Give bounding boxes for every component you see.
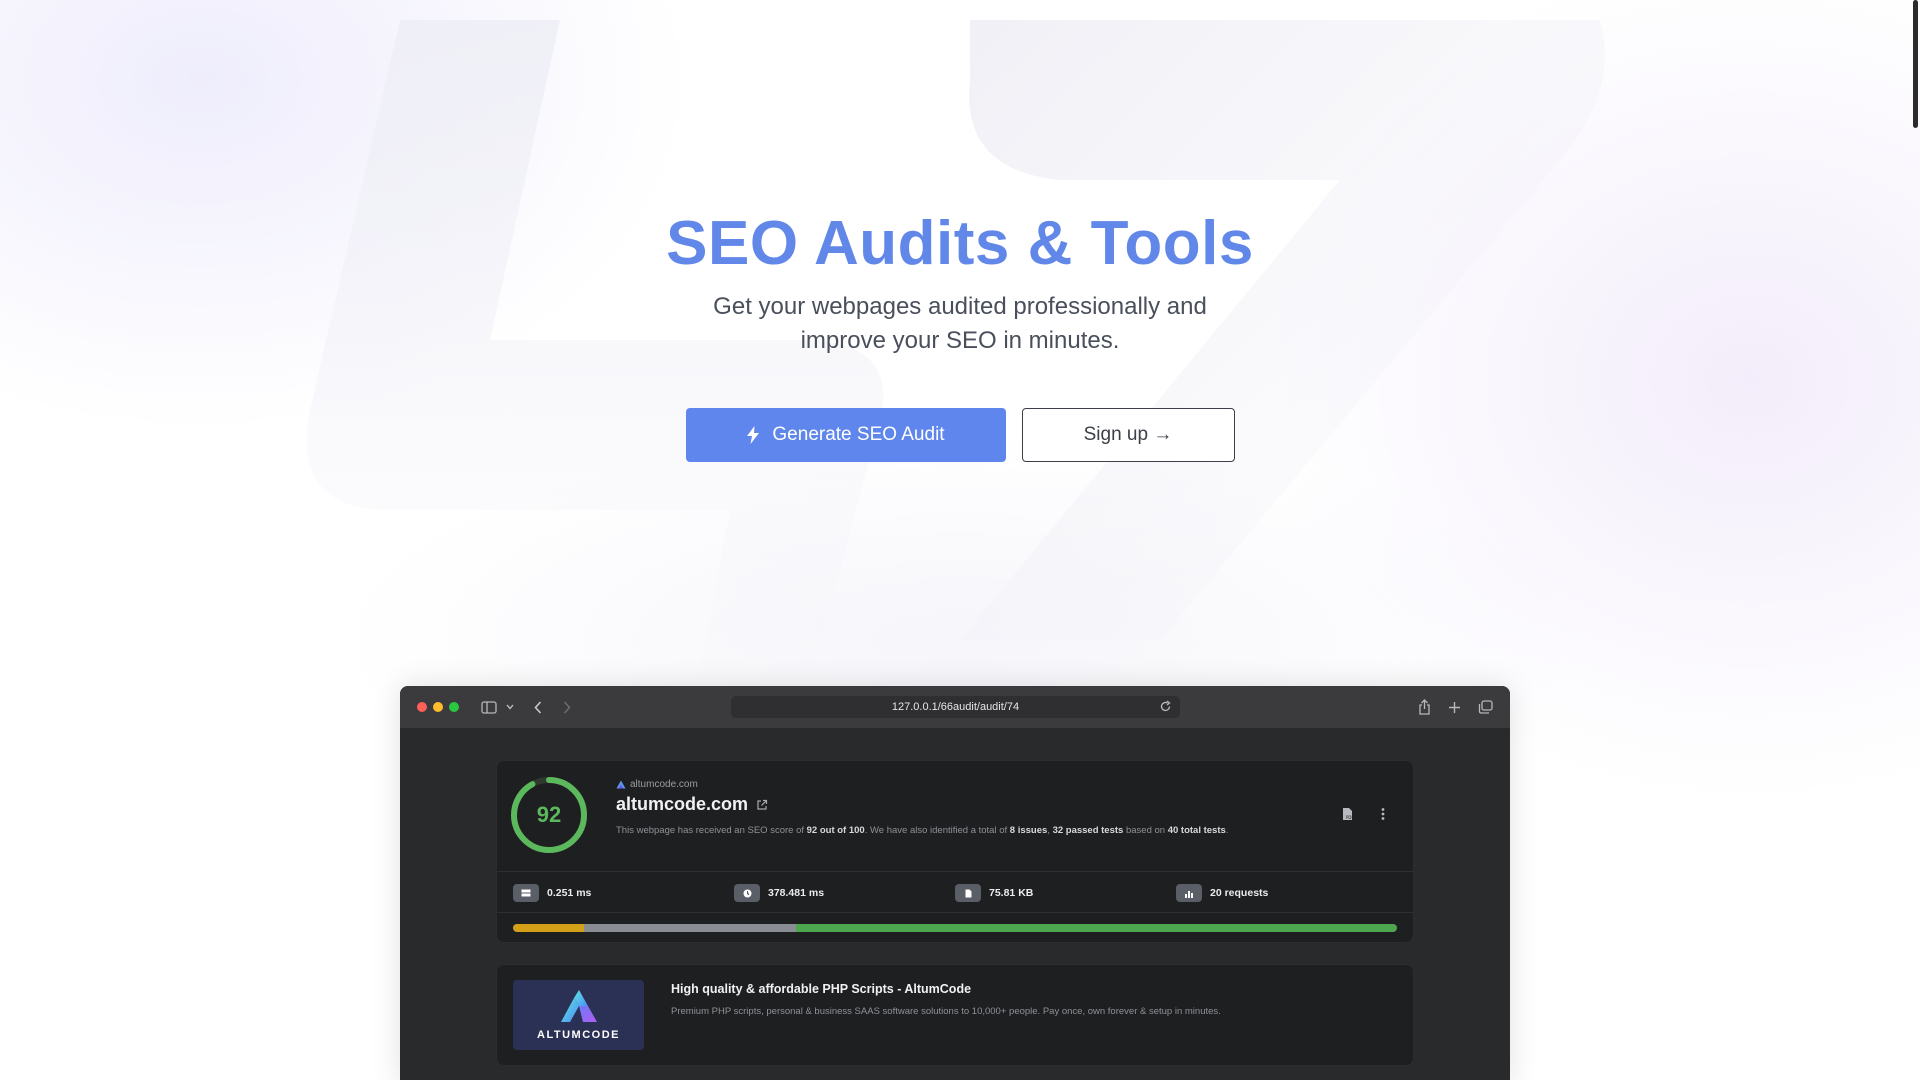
bar-success-segment xyxy=(795,924,1397,932)
stats-divider-top xyxy=(497,871,1413,872)
clock-icon xyxy=(734,884,760,902)
hero-buttons: Generate SEO Audit Sign up → xyxy=(0,408,1920,463)
maximize-dot-icon[interactable] xyxy=(449,702,459,712)
site-source[interactable]: altumcode.com xyxy=(616,779,698,790)
score-value: 92 xyxy=(536,802,562,827)
ad-description: Premium PHP scripts, personal & business… xyxy=(671,1006,1221,1017)
hero-section: SEO Audits & Tools Get your webpages aud… xyxy=(0,209,1920,463)
svg-text:PDF: PDF xyxy=(1346,815,1354,820)
pdf-download-icon[interactable]: PDF xyxy=(1342,807,1355,821)
stat-server-response: 0.251 ms xyxy=(513,884,734,902)
altumcode-logo-icon xyxy=(560,990,597,1022)
share-icon[interactable] xyxy=(1418,698,1431,716)
window-controls xyxy=(417,702,459,712)
hero-subtitle: Get your webpages audited professionally… xyxy=(713,293,1207,355)
more-options-icon[interactable] xyxy=(1381,807,1385,821)
stat-page-size: 75.81 KB xyxy=(955,884,1176,902)
ad-title[interactable]: High quality & affordable PHP Scripts - … xyxy=(671,982,971,996)
minimize-dot-icon[interactable] xyxy=(433,702,443,712)
card-actions: PDF xyxy=(1342,807,1385,821)
back-icon[interactable] xyxy=(534,698,542,716)
stats-row: 0.251 ms 378.481 ms 75.81 KB 20 requests xyxy=(513,884,1397,902)
external-link-icon[interactable] xyxy=(756,799,768,811)
stat-requests: 20 requests xyxy=(1176,884,1397,902)
audit-description: This webpage has received an SEO score o… xyxy=(616,825,1229,836)
generate-audit-button[interactable]: Generate SEO Audit xyxy=(685,408,1006,463)
hero-title: SEO Audits & Tools xyxy=(666,209,1254,278)
file-icon xyxy=(955,884,981,902)
passed-count: 32 passed tests xyxy=(1052,825,1124,836)
bar-warning-segment xyxy=(513,924,584,932)
stat-load-time: 378.481 ms xyxy=(734,884,955,902)
server-icon xyxy=(513,884,539,902)
bar-neutral-segment xyxy=(583,924,796,932)
bolt-icon xyxy=(747,426,760,445)
close-dot-icon[interactable] xyxy=(417,702,427,712)
audit-summary-card: 92 altumcode.com altumcode.com This webp… xyxy=(496,760,1414,943)
browser-mockup: 127.0.0.1/66audit/audit/74 92 altumcode.… xyxy=(400,686,1510,1080)
reload-icon[interactable] xyxy=(1159,700,1172,716)
forward-icon[interactable] xyxy=(563,698,571,716)
generate-audit-label: Generate SEO Audit xyxy=(772,424,945,446)
total-count: 40 total tests xyxy=(1167,825,1226,836)
score-summary: 92 out of 100 xyxy=(806,825,865,836)
sign-up-label: Sign up → xyxy=(1083,424,1173,446)
tabs-icon[interactable] xyxy=(1478,698,1493,716)
site-domain-title: altumcode.com xyxy=(616,794,749,814)
issues-count: 8 issues xyxy=(1009,825,1048,836)
url-text: 127.0.0.1/66audit/audit/74 xyxy=(891,701,1020,713)
new-tab-icon[interactable] xyxy=(1448,698,1461,716)
chart-icon xyxy=(1176,884,1202,902)
address-bar[interactable]: 127.0.0.1/66audit/audit/74 xyxy=(731,696,1180,718)
browser-toolbar: 127.0.0.1/66audit/audit/74 xyxy=(400,686,1510,728)
scrollbar-thumb[interactable] xyxy=(1913,0,1918,128)
test-results-bar xyxy=(513,924,1397,932)
sign-up-button[interactable]: Sign up → xyxy=(1021,408,1235,463)
altumcode-logo: ALTUMCODE xyxy=(513,980,644,1050)
site-domain-small: altumcode.com xyxy=(630,779,698,790)
stats-divider-bottom xyxy=(497,912,1413,913)
altumcode-logo-text: ALTUMCODE xyxy=(537,1029,620,1041)
site-title-link[interactable]: altumcode.com xyxy=(616,794,768,815)
altumcode-favicon-icon xyxy=(616,780,626,788)
page-scrollbar[interactable] xyxy=(1912,0,1920,1080)
chevron-down-icon[interactable] xyxy=(506,698,514,716)
sidebar-icon[interactable] xyxy=(481,698,497,716)
ad-card[interactable]: ALTUMCODE High quality & affordable PHP … xyxy=(496,964,1414,1066)
